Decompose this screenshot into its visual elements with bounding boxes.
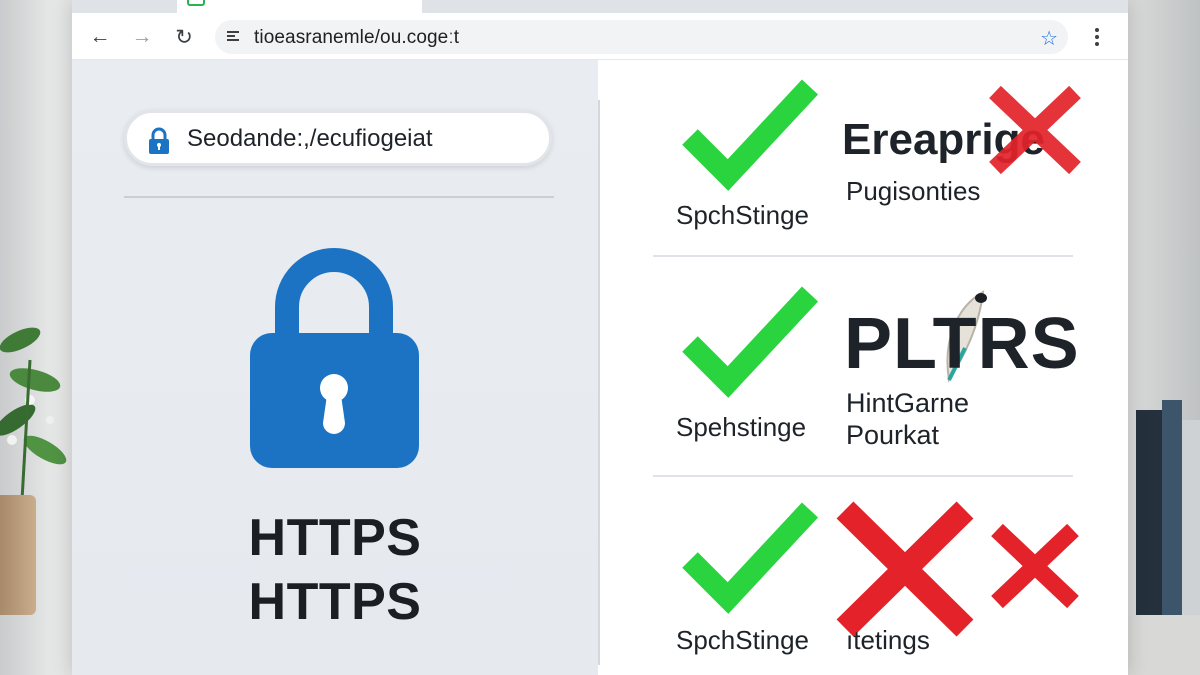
security-panel: Seodande:,/ecufiogeiat HTTPS HTTPS [72,60,598,675]
row-divider [653,255,1073,257]
browser-menu-icon[interactable] [1087,25,1107,49]
forward-arrow-icon[interactable]: → [129,24,155,50]
green-checkmark-icon [682,502,819,614]
green-checkmark-icon [682,79,819,191]
red-cross-icon [989,85,1081,175]
url-text[interactable]: tioeasranemle/ou.cogeːt [254,27,459,49]
comparison-row: Spehstinge PLTRS HintGarne Pourkat [600,260,1128,460]
comparison-panel: SpchStinge Ereaprige Pugisonties Spehsti… [600,60,1128,675]
browser-toolbar: ← → ↻ tioeasranemle/ou.cogeːt ☆ [72,13,1128,60]
large-padlock-icon [250,248,419,468]
browser-window: ← → ↻ tioeasranemle/ou.cogeːt ☆ Seodande… [72,0,1128,675]
secure-address-text: Seodande:,/ecufiogeiat [187,125,433,152]
secure-address-pill[interactable]: Seodande:,/ecufiogeiat [124,110,552,166]
back-arrow-icon[interactable]: ← [87,24,113,50]
row-status-label: Spehstinge [676,412,807,442]
https-heading-1: HTTPS [248,509,422,567]
tab-favicon-icon [187,0,205,6]
https-heading-2: HTTPS [248,573,422,631]
row-title: ıtetings [846,625,930,655]
row-status-label: SpchStinge [676,625,809,655]
plant-pot [0,495,36,615]
divider [124,196,554,198]
bookmark-star-icon[interactable]: ☆ [1040,26,1058,51]
row-divider [653,475,1073,477]
active-tab[interactable] [177,0,422,13]
red-cross-icon [836,501,974,637]
comparison-row: SpchStinge ıtetings [600,480,1128,675]
red-cross-icon [991,523,1079,609]
padlock-icon [149,127,169,154]
address-bar[interactable]: tioeasranemle/ou.cogeːt ☆ [215,20,1068,54]
books [1136,400,1200,625]
tab-strip [72,0,1128,13]
page-content: Seodande:,/ecufiogeiat HTTPS HTTPS SpchS… [72,60,1128,675]
shelf [1128,615,1200,675]
row-subtitle: Pugisonties [846,176,981,206]
row-subtitle-secondary: Pourkat [846,420,940,450]
comparison-row: SpchStinge Ereaprige Pugisonties [600,60,1128,260]
site-info-icon[interactable] [227,31,239,41]
row-status-label: SpchStinge [676,200,809,230]
green-checkmark-icon [682,286,819,398]
reload-icon[interactable]: ↻ [171,24,197,50]
row-subtitle: HintGarne [846,388,970,418]
plant-leaves [0,327,67,501]
row-title: PLTRS [844,304,1080,384]
